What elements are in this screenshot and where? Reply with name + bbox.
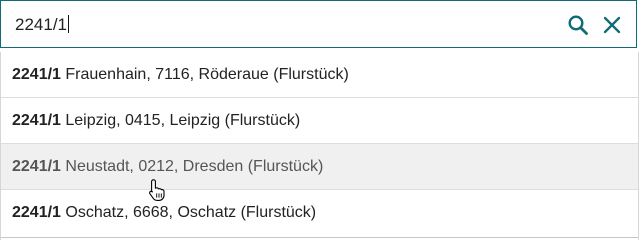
- result-item[interactable]: 2241/1 Oschatz, 6668, Oschatz (Flurstück…: [1, 190, 638, 238]
- search-results-list: 2241/1 Frauenhain, 7116, Röderaue (Flurs…: [0, 52, 639, 240]
- clear-button[interactable]: [600, 13, 624, 37]
- text-caret: [68, 15, 69, 33]
- result-item-hovered[interactable]: 2241/1 Neustadt, 0212, Dresden (Flurstüc…: [1, 144, 638, 190]
- result-item[interactable]: 2241/1 Frauenhain, 7116, Röderaue (Flurs…: [1, 52, 638, 98]
- result-detail: Leipzig, 0415, Leipzig (Flurstück): [60, 112, 301, 129]
- result-lot-number: 2241/1: [12, 112, 61, 129]
- result-lot-number: 2241/1: [12, 158, 61, 175]
- result-detail: Oschatz, 6668, Oschatz (Flurstück): [60, 204, 317, 221]
- close-icon: [603, 16, 621, 34]
- search-input[interactable]: 2241/1: [15, 13, 69, 37]
- search-icon: [568, 15, 588, 35]
- result-item[interactable]: 2241/1 Leipzig, 0415, Leipzig (Flurstück…: [1, 98, 638, 144]
- result-lot-number: 2241/1: [12, 204, 61, 221]
- search-button[interactable]: [566, 13, 590, 37]
- result-lot-number: 2241/1: [12, 66, 61, 83]
- search-field[interactable]: 2241/1: [0, 0, 637, 48]
- hand-pointer-icon: [149, 179, 165, 201]
- result-detail: Frauenhain, 7116, Röderaue (Flurstück): [60, 66, 349, 83]
- search-input-text[interactable]: 2241/1: [15, 15, 67, 34]
- result-detail: Neustadt, 0212, Dresden (Flurstück): [60, 158, 324, 175]
